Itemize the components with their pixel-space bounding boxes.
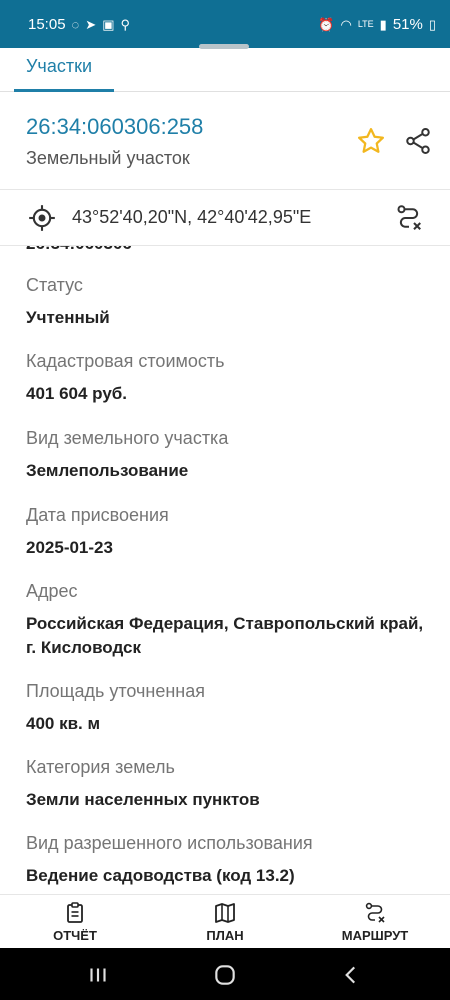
share-icon[interactable] [403,126,433,156]
field-land-category: Категория земель Земли населенных пункто… [26,756,426,812]
nav-report-button[interactable]: ОТЧЁТ [25,901,125,943]
parcel-details[interactable]: 26:34:060306 Статус Учтенный Кадастровая… [0,246,450,894]
battery-icon: ▯ [428,16,436,32]
field-value: Землепользование [26,461,189,480]
field-label: Вид земельного участка [26,428,229,448]
nav-report-label: ОТЧЁТ [53,928,97,943]
field-area: Площадь уточненная 400 кв. м [26,680,426,736]
cadastral-number: 26:34:060306:258 [26,114,204,139]
field-value: 2025-01-23 [26,538,113,557]
field-assignment-date: Дата присвоения 2025-01-23 [26,504,426,560]
field-value: 401 604 руб. [26,384,128,403]
field-value: Ведение садоводства (код 13.2) [26,866,295,885]
field-label: Площадь уточненная [26,681,205,701]
field-permitted-use: Вид разрешенного использования Ведение с… [26,832,426,888]
partial-value: 26:34:060306 [26,246,132,254]
battery-level: 51% [392,15,423,33]
field-address: Адрес Российская Федерация, Ставропольск… [26,580,426,660]
coordinates-text: 43°52'40,20"N, 42°40'42,95"E [72,207,312,227]
coordinates-row[interactable]: 43°52'40,20"N, 42°40'42,95"E [0,190,450,246]
target-icon[interactable] [28,204,56,232]
field-cadastral-value: Кадастровая стоимость 401 604 руб. [26,350,426,406]
field-value: Земли населенных пунктов [26,790,260,809]
field-parcel-kind: Вид земельного участка Землепользование [26,427,426,483]
status-bar: 15:05 ◌ ➤ ▣ ⚲ ⏰ ◠ LTE ▮ 51% ▯ [0,0,450,48]
status-time: 15:05 [28,15,66,33]
parcel-header: 26:34:060306:258 Земельный участок [0,92,450,190]
nav-plan-label: ПЛАН [206,928,244,943]
route-icon [365,902,385,923]
nav-route-label: МАРШРУТ [341,928,409,943]
volte-icon: LTE [357,18,374,29]
signal-icon: ▮ [379,16,387,32]
bottom-nav: ОТЧЁТ ПЛАН МАРШРУТ [0,894,450,948]
wifi-icon: ◠ [340,16,352,32]
field-label: Статус [26,275,83,295]
favorite-star-icon[interactable] [356,126,386,156]
gallery-icon: ▣ [102,16,115,32]
map-icon [215,903,235,923]
tab-parcels[interactable]: Участки [26,56,92,77]
home-icon[interactable] [212,962,238,988]
alarm-icon: ⏰ [318,16,335,32]
parcel-type: Земельный участок [26,148,190,168]
field-label: Дата присвоения [26,505,169,525]
field-value: Российская Федерация, Ставропольский кра… [26,614,424,657]
nav-route-button[interactable]: МАРШРУТ [325,901,425,943]
tab-bar: Участки [0,48,450,92]
field-value: Учтенный [26,308,110,327]
search-icon: ⚲ [120,16,131,32]
route-cancel-icon[interactable] [394,203,424,233]
recent-apps-icon[interactable] [85,962,111,988]
report-icon [67,902,83,923]
system-nav-bar [0,948,450,1000]
field-label: Кадастровая стоимость [26,351,225,371]
field-label: Адрес [26,581,78,601]
field-label: Категория земель [26,757,175,777]
field-value: 400 кв. м [26,714,101,733]
field-status: Статус Учтенный [26,274,426,330]
back-icon[interactable] [338,962,364,988]
telegram-icon: ➤ [85,16,97,32]
field-label: Вид разрешенного использования [26,833,313,853]
whatsapp-icon: ◌ [71,16,80,32]
nav-plan-button[interactable]: ПЛАН [175,901,275,943]
